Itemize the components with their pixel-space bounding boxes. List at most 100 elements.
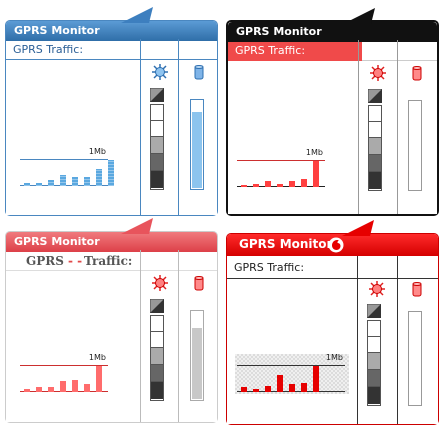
traffic-bar bbox=[277, 184, 283, 187]
column-divider bbox=[140, 39, 141, 215]
traffic-bar bbox=[36, 387, 42, 392]
title-bar[interactable]: GPRS Monitor bbox=[228, 22, 437, 42]
signal-level-stack bbox=[368, 105, 382, 191]
traffic-bar bbox=[277, 375, 283, 392]
content-panel: GPRS Traffic: 1Mb bbox=[228, 40, 437, 214]
signal-level-stack bbox=[150, 104, 164, 190]
battery-icon[interactable] bbox=[191, 275, 207, 291]
widget-blue: GPRS Monitor GPRS Traffic: 1Mb bbox=[5, 7, 218, 216]
traffic-chart: 1Mb bbox=[237, 353, 345, 392]
threshold-line bbox=[237, 365, 345, 366]
threshold-line bbox=[20, 159, 108, 160]
signal-level-stack bbox=[150, 315, 164, 401]
traffic-row: GPRS Traffic: bbox=[6, 41, 217, 60]
traffic-bar bbox=[253, 389, 259, 392]
threshold-label: 1Mb bbox=[305, 148, 323, 157]
traffic-label: GPRS Traffic: bbox=[234, 261, 305, 274]
traffic-bar bbox=[265, 386, 271, 392]
traffic-bar bbox=[84, 177, 90, 186]
traffic-bar bbox=[253, 184, 259, 187]
column-divider bbox=[178, 39, 179, 215]
window-title: GPRS Monitor bbox=[14, 24, 100, 37]
traffic-chart: 1Mb bbox=[237, 148, 325, 187]
battery-icon[interactable] bbox=[409, 281, 425, 297]
battery-gauge bbox=[190, 310, 204, 401]
battery-gauge bbox=[190, 99, 204, 190]
widget-red: GPRS Monitor GPRS Traffic: 1Mb bbox=[226, 220, 439, 425]
content-panel: GPRS Traffic: 1Mb bbox=[6, 39, 217, 215]
threshold-label: 1Mb bbox=[88, 147, 106, 156]
traffic-bar bbox=[60, 381, 66, 392]
traffic-row: GPRS - - Traffic: bbox=[6, 252, 217, 271]
traffic-bar bbox=[313, 366, 319, 392]
column-divider bbox=[178, 250, 179, 422]
traffic-chart: 1Mb bbox=[20, 147, 114, 186]
window-title: GPRS Monitor bbox=[236, 25, 322, 38]
traffic-bar bbox=[241, 387, 247, 392]
column-divider bbox=[140, 250, 141, 422]
title-notch bbox=[121, 218, 153, 234]
window-title: GPRS Monitor bbox=[239, 237, 333, 251]
traffic-bar bbox=[36, 183, 42, 186]
threshold-line bbox=[237, 160, 325, 161]
signal-icon bbox=[150, 88, 164, 102]
battery-icon[interactable] bbox=[191, 64, 207, 80]
signal-icon bbox=[367, 304, 381, 318]
title-notch bbox=[121, 7, 153, 23]
traffic-bar bbox=[24, 389, 30, 392]
battery-gauge bbox=[408, 311, 422, 406]
widget-pink: GPRS Monitor GPRS - - Traffic: 1Mb bbox=[5, 218, 218, 423]
content-panel: GPRS Traffic: 1Mb bbox=[227, 256, 438, 424]
title-notch bbox=[342, 220, 374, 236]
traffic-bar bbox=[60, 175, 66, 186]
traffic-bar bbox=[48, 180, 54, 186]
battery-icon[interactable] bbox=[409, 65, 425, 81]
content-panel: GPRS - - Traffic: 1Mb bbox=[6, 250, 217, 422]
traffic-bar bbox=[265, 181, 271, 187]
traffic-label-right: Traffic: bbox=[84, 254, 133, 268]
signal-icon bbox=[368, 89, 382, 103]
battery-gauge bbox=[408, 100, 422, 191]
traffic-chart: 1Mb bbox=[20, 353, 108, 392]
column-divider bbox=[397, 256, 398, 424]
threshold-label: 1Mb bbox=[325, 353, 343, 362]
traffic-label: GPRS Traffic: bbox=[13, 43, 84, 56]
traffic-bar bbox=[313, 161, 319, 187]
column-divider bbox=[397, 40, 398, 214]
traffic-bar bbox=[301, 179, 307, 187]
signal-level-stack bbox=[367, 320, 381, 406]
title-bar[interactable]: GPRS Monitor bbox=[227, 234, 438, 256]
traffic-bar bbox=[84, 384, 90, 392]
connection-status-icon[interactable] bbox=[369, 281, 385, 297]
traffic-bar bbox=[301, 383, 307, 392]
window-title: GPRS Monitor bbox=[14, 235, 100, 248]
traffic-bar bbox=[289, 384, 295, 392]
header-rule bbox=[362, 60, 437, 61]
column-divider bbox=[357, 256, 358, 424]
signal-icon bbox=[150, 299, 164, 313]
connection-status-icon[interactable] bbox=[152, 275, 168, 291]
battery-gauge-fill bbox=[192, 112, 202, 188]
connection-status-icon[interactable] bbox=[370, 65, 386, 81]
traffic-row: GPRS Traffic: bbox=[227, 256, 438, 279]
traffic-bar bbox=[48, 387, 54, 392]
traffic-label: GPRS Traffic: bbox=[235, 44, 306, 57]
traffic-bar bbox=[72, 177, 78, 186]
widget-black: GPRS Monitor GPRS Traffic: 1Mb bbox=[226, 8, 439, 216]
traffic-bar bbox=[289, 181, 295, 187]
column-divider bbox=[358, 40, 359, 214]
traffic-bar bbox=[108, 160, 114, 186]
threshold-label: 1Mb bbox=[88, 353, 106, 362]
traffic-bar bbox=[96, 366, 102, 392]
traffic-bar bbox=[241, 185, 247, 187]
traffic-bar bbox=[72, 380, 78, 392]
traffic-row: GPRS Traffic: bbox=[228, 42, 362, 61]
title-bar[interactable]: GPRS Monitor bbox=[6, 232, 217, 252]
brand-logo-icon bbox=[328, 237, 344, 253]
title-notch bbox=[343, 8, 375, 24]
title-bar[interactable]: GPRS Monitor bbox=[6, 21, 217, 41]
traffic-bar bbox=[24, 183, 30, 186]
threshold-line bbox=[20, 365, 108, 366]
connection-status-icon[interactable] bbox=[152, 64, 168, 80]
traffic-bar bbox=[96, 169, 102, 186]
